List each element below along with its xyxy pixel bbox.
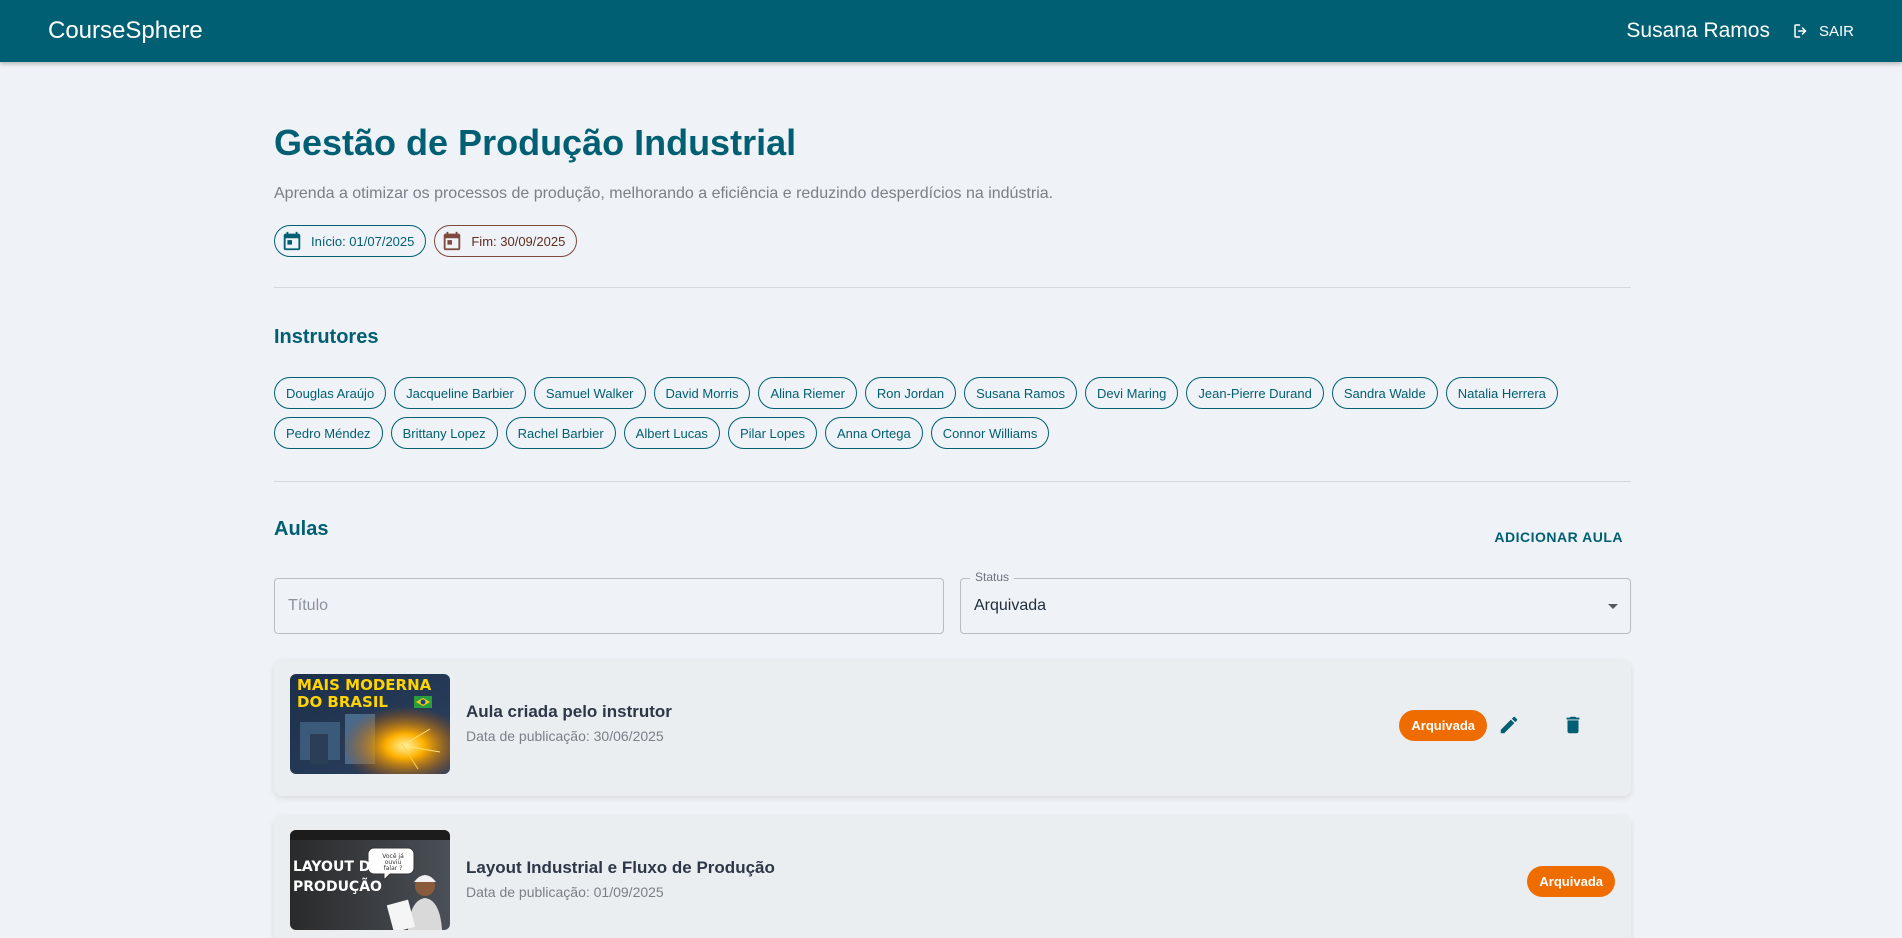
- lesson-date: Data de publicação: 30/06/2025: [466, 728, 664, 744]
- instructor-list: Douglas Araújo Jacqueline Barbier Samuel…: [274, 377, 1631, 457]
- instructor-chip[interactable]: Pilar Lopes: [727, 417, 817, 449]
- instructor-chip[interactable]: Natalia Herrera: [1445, 377, 1558, 409]
- thumbnail-caption: MAIS MODERNA: [297, 676, 432, 694]
- divider: [274, 287, 1631, 288]
- logout-icon: [1794, 24, 1807, 38]
- instructor-chip[interactable]: Susana Ramos: [964, 377, 1078, 409]
- instructor-chip[interactable]: Ron Jordan: [864, 377, 957, 409]
- user-name: Susana Ramos: [1626, 19, 1770, 42]
- instructor-chip[interactable]: David Morris: [653, 377, 751, 409]
- logout-button[interactable]: SAIR: [1792, 22, 1854, 40]
- lesson-thumbnail: Você já ouviu falar ? LAYOUT DE PRODUÇÃO: [290, 830, 450, 930]
- course-dates: Início: 01/07/2025 Fim: 30/09/2025: [274, 225, 585, 257]
- lesson-date: Data de publicação: 01/09/2025: [466, 884, 664, 900]
- lesson-card[interactable]: Você já ouviu falar ? LAYOUT DE PRODUÇÃO…: [274, 816, 1631, 938]
- user-area: Susana Ramos SAIR: [1626, 19, 1854, 43]
- end-date-label: Fim: 30/09/2025: [471, 233, 566, 249]
- status-filter-select[interactable]: Status Arquivada: [960, 570, 1631, 634]
- lesson-title: Layout Industrial e Fluxo de Produção: [466, 858, 775, 877]
- course-description: Aprenda a otimizar os processos de produ…: [274, 185, 1054, 202]
- brand-logo[interactable]: CourseSphere: [48, 17, 203, 45]
- instructor-chip[interactable]: Samuel Walker: [533, 377, 646, 409]
- trash-icon: [1566, 716, 1580, 734]
- instructor-chip[interactable]: Alina Riemer: [758, 377, 857, 409]
- dropdown-arrow-icon: [1608, 604, 1618, 609]
- status-filter-label: Status: [970, 570, 1015, 584]
- title-filter-input[interactable]: [275, 579, 943, 633]
- instructor-chip[interactable]: Sandra Walde: [1331, 377, 1438, 409]
- instructor-chip[interactable]: Pedro Méndez: [274, 417, 383, 449]
- instructor-chip[interactable]: Rachel Barbier: [505, 417, 616, 449]
- edit-lesson-button[interactable]: [1495, 711, 1523, 739]
- lesson-thumbnail: MAIS MODERNA DO BRASIL: [290, 674, 450, 774]
- thumbnail-caption: DO BRASIL: [297, 693, 388, 711]
- status-filter-value: Arquivada: [974, 597, 1047, 614]
- thumbnail-caption: LAYOUT DE: [293, 859, 380, 875]
- calendar-icon: [444, 231, 461, 251]
- start-date-label: Início: 01/07/2025: [311, 233, 415, 249]
- instructor-chip[interactable]: Jean-Pierre Durand: [1186, 377, 1324, 409]
- instructor-chip[interactable]: Devi Maring: [1085, 377, 1179, 409]
- instructors-title: Instrutores: [274, 326, 379, 348]
- logout-label: SAIR: [1818, 22, 1854, 40]
- divider: [274, 481, 1631, 482]
- calendar-icon: [283, 231, 301, 251]
- thumbnail-bubble: Você já ouviu falar ?: [382, 853, 404, 872]
- thumbnail-caption: PRODUÇÃO: [293, 879, 382, 895]
- status-badge: Arquivada: [1399, 710, 1487, 741]
- instructor-chip[interactable]: Douglas Araújo: [274, 377, 387, 409]
- instructor-chip[interactable]: Brittany Lopez: [390, 417, 498, 449]
- instructor-chip[interactable]: Albert Lucas: [623, 417, 720, 449]
- instructor-chip[interactable]: Connor Williams: [930, 417, 1050, 449]
- app-bar: CourseSphere Susana Ramos SAIR: [0, 0, 1902, 62]
- lessons-title: Aulas: [274, 518, 329, 540]
- course-title: Gestão de Produção Industrial: [274, 122, 797, 163]
- start-date-chip: Início: 01/07/2025: [274, 225, 427, 257]
- title-filter: [274, 578, 944, 634]
- instructor-chip[interactable]: Anna Ortega: [824, 417, 923, 449]
- pencil-icon: [1500, 716, 1518, 734]
- instructor-chip[interactable]: Jacqueline Barbier: [394, 377, 526, 409]
- lesson-card[interactable]: MAIS MODERNA DO BRASIL Aula criada pelo …: [274, 660, 1631, 796]
- delete-lesson-button[interactable]: [1559, 711, 1587, 739]
- lesson-title: Aula criada pelo instrutor: [466, 702, 672, 721]
- add-lesson-button[interactable]: ADICIONAR AULA: [1494, 529, 1623, 545]
- end-date-chip: Fim: 30/09/2025: [434, 225, 578, 257]
- status-badge: Arquivada: [1527, 866, 1615, 897]
